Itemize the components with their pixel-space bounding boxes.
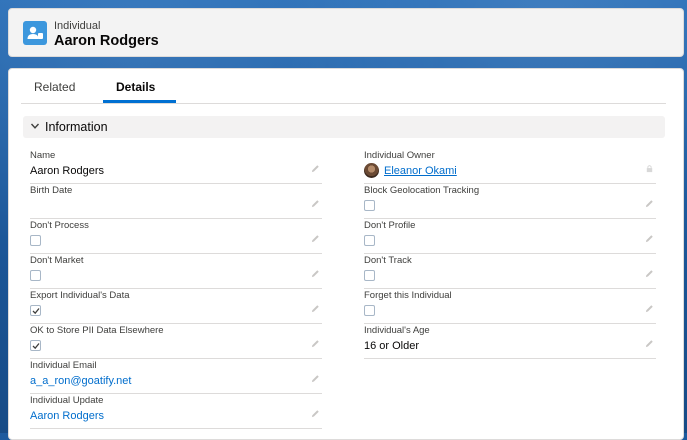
field-label: Individual Owner [364,150,435,161]
field-label: Don't Market [30,255,84,266]
tab-bar: Related Details [21,69,666,104]
edit-pencil-icon[interactable] [311,199,320,208]
lock-icon [646,165,653,173]
details-card: Related Details Information Name Aaron Ro… [8,68,684,440]
edit-pencil-icon[interactable] [645,339,654,348]
field-name: Name Aaron Rodgers [30,148,322,184]
checkmark-icon [32,308,40,315]
avatar [364,163,379,178]
edit-pencil-icon[interactable] [645,234,654,243]
checkbox[interactable] [364,200,375,211]
edit-pencil-icon[interactable] [311,409,320,418]
field-label: Don't Profile [364,220,416,231]
field-don-t-profile: Don't Profile [364,218,656,254]
owner-link[interactable]: Eleanor Okami [384,165,457,177]
field-don-t-process: Don't Process [30,218,322,254]
edit-pencil-icon[interactable] [645,304,654,313]
checkbox[interactable] [364,270,375,281]
field-label: Don't Process [30,220,89,231]
tab-details[interactable]: Details [116,80,155,94]
section-title: Information [45,120,108,134]
field-label: Individual Email [30,360,97,371]
field-value[interactable]: Aaron Rodgers [30,410,104,422]
checkmark-icon [32,343,40,350]
field-individual-update: Individual Update Aaron Rodgers [30,393,322,429]
field-don-t-market: Don't Market [30,253,322,289]
edit-pencil-icon[interactable] [311,304,320,313]
edit-pencil-icon[interactable] [311,234,320,243]
field-individual-s-age: Individual's Age 16 or Older [364,323,656,359]
checkbox[interactable] [30,340,41,351]
chevron-down-icon [30,123,40,129]
field-label: Name [30,150,56,161]
edit-pencil-icon[interactable] [311,339,320,348]
checkbox[interactable] [30,235,41,246]
record-header: Individual Aaron Rodgers [8,8,684,57]
object-label: Individual [54,20,101,32]
field-export-individual-s-data: Export Individual's Data [30,288,322,324]
field-label: OK to Store PII Data Elsewhere [30,325,164,336]
checkbox[interactable] [364,305,375,316]
individual-icon [23,21,47,45]
field-forget-this-individual: Forget this Individual [364,288,656,324]
field-individual-owner: Individual Owner Eleanor Okami [364,148,656,184]
field-don-t-track: Don't Track [364,253,656,289]
field-label: Individual's Age [364,325,430,336]
edit-pencil-icon[interactable] [311,164,320,173]
active-tab-indicator [103,100,176,103]
field-label: Forget this Individual [364,290,452,301]
field-birth-date: Birth Date [30,183,322,219]
information-section-toggle[interactable]: Information [23,116,665,138]
field-individual-email: Individual Email a_a_ron@goatify.net [30,358,322,394]
tab-related[interactable]: Related [34,80,75,94]
field-value: Aaron Rodgers [30,165,104,177]
checkbox[interactable] [30,305,41,316]
field-ok-to-store-pii-data-elsewhere: OK to Store PII Data Elsewhere [30,323,322,359]
field-value[interactable]: a_a_ron@goatify.net [30,375,131,387]
edit-pencil-icon[interactable] [311,374,320,383]
field-value: 16 or Older [364,340,420,352]
field-block-geolocation-tracking: Block Geolocation Tracking [364,183,656,219]
field-label: Birth Date [30,185,73,196]
checkbox[interactable] [30,270,41,281]
field-label: Block Geolocation Tracking [364,185,480,196]
record-title: Aaron Rodgers [54,33,159,49]
field-label: Individual Update [30,395,104,406]
edit-pencil-icon[interactable] [645,269,654,278]
edit-pencil-icon[interactable] [311,269,320,278]
edit-pencil-icon[interactable] [645,199,654,208]
checkbox[interactable] [364,235,375,246]
field-label: Export Individual's Data [30,290,130,301]
field-label: Don't Track [364,255,412,266]
